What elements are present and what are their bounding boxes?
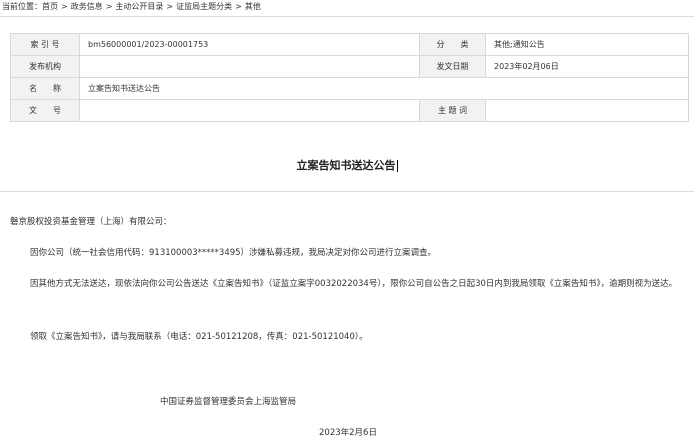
table-row: 发布机构 发文日期 2023年02月06日	[10, 55, 689, 78]
category-value: 其他;通知公告	[485, 33, 689, 56]
breadcrumb-item-public-catalog[interactable]: 主动公开目录	[115, 2, 163, 11]
title-divider	[0, 191, 694, 192]
body-paragraph-2: 因其他方式无法送达，现依法向你公司公告送达《立案告知书》（证监立案字003202…	[30, 279, 678, 289]
table-row: 索 引 号 bm56000001/2023-00001753 分 类 其他;通知…	[10, 33, 689, 56]
breadcrumb-item-government-info[interactable]: 政务信息	[71, 2, 103, 11]
breadcrumb-separator: >	[61, 2, 68, 11]
table-row: 名 称 立案告知书送达公告	[10, 77, 689, 100]
document-title-text: 立案告知书送达公告	[296, 159, 396, 172]
issue-date-value: 2023年02月06日	[485, 55, 689, 78]
breadcrumb: 当前位置：首页 > 政务信息 > 主动公开目录 > 证监局主题分类 > 其他	[2, 1, 261, 12]
breadcrumb-item-other[interactable]: 其他	[245, 2, 261, 11]
name-value: 立案告知书送达公告	[79, 77, 689, 100]
breadcrumb-separator: >	[235, 2, 242, 11]
text-cursor	[396, 160, 398, 172]
document-title: 立案告知书送达公告	[0, 157, 694, 173]
issue-date-label: 发文日期	[419, 55, 486, 78]
document-number-label: 文 号	[10, 99, 80, 122]
document-number-value	[79, 99, 420, 122]
body-paragraph-1: 因你公司（统一社会信用代码：913100003*****3495）涉嫌私募违规，…	[30, 248, 437, 258]
salutation: 磐京股权投资基金管理（上海）有限公司：	[10, 217, 172, 227]
breadcrumb-prefix: 当前位置：	[2, 2, 42, 11]
breadcrumb-item-home[interactable]: 首页	[42, 2, 58, 11]
breadcrumb-item-topic-category[interactable]: 证监局主题分类	[176, 2, 232, 11]
signature-organization: 中国证券监督管理委员会上海监管局	[160, 397, 297, 407]
table-row: 文 号 主 题 词	[10, 99, 689, 122]
breadcrumb-divider	[0, 16, 694, 17]
document-metadata-table: 索 引 号 bm56000001/2023-00001753 分 类 其他;通知…	[10, 33, 689, 122]
keywords-label: 主 题 词	[419, 99, 486, 122]
issuing-agency-label: 发布机构	[10, 55, 80, 78]
name-label: 名 称	[10, 77, 80, 100]
body-paragraph-3: 领取《立案告知书》，请与我局联系（电话：021-50121208，传真：021-…	[30, 332, 368, 342]
signature-date: 2023年2月6日	[319, 428, 377, 438]
breadcrumb-separator: >	[166, 2, 174, 11]
issuing-agency-value	[79, 55, 420, 78]
index-number-label: 索 引 号	[10, 33, 80, 56]
breadcrumb-separator: >	[105, 2, 113, 11]
keywords-value	[485, 99, 689, 122]
category-label: 分 类	[419, 33, 486, 56]
index-number-value: bm56000001/2023-00001753	[79, 33, 420, 56]
